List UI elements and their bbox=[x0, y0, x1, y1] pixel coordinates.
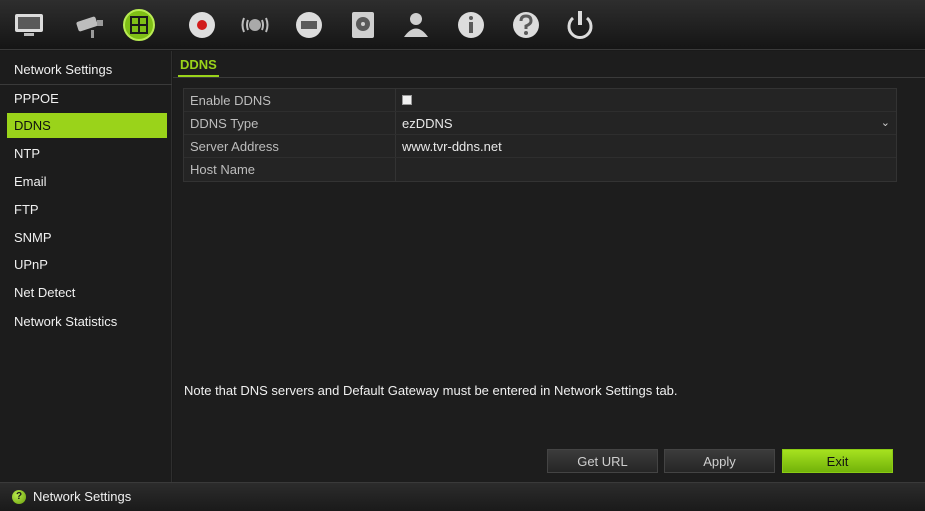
tab-ddns[interactable]: DDNS bbox=[178, 57, 219, 77]
enable-ddns-label: Enable DDNS bbox=[184, 89, 396, 111]
device-icon[interactable] bbox=[292, 8, 326, 42]
sidebar-item-network-settings[interactable]: Network Settings bbox=[7, 57, 167, 82]
hdd-icon[interactable] bbox=[346, 8, 380, 42]
alarm-icon[interactable] bbox=[238, 8, 272, 42]
sidebar-divider bbox=[0, 84, 172, 85]
sidebar-item-network-statistics[interactable]: Network Statistics bbox=[7, 309, 167, 334]
enable-ddns-cell bbox=[396, 89, 896, 111]
record-icon[interactable] bbox=[185, 8, 219, 42]
sidebar-item-ntp[interactable]: NTP bbox=[7, 141, 167, 166]
chevron-down-icon: ⌄ bbox=[880, 117, 890, 129]
server-address-field[interactable]: www.tvr-ddns.net bbox=[396, 135, 896, 157]
get-url-button[interactable]: Get URL bbox=[547, 449, 658, 473]
info-icon[interactable] bbox=[454, 8, 488, 42]
sidebar-item-net-detect[interactable]: Net Detect bbox=[7, 280, 167, 305]
main-toolbar bbox=[0, 0, 925, 50]
network-icon[interactable] bbox=[122, 8, 156, 42]
ddns-type-value: ezDDNS bbox=[402, 116, 453, 131]
network-settings-note: Note that DNS servers and Default Gatewa… bbox=[184, 383, 678, 398]
sidebar-item-ftp[interactable]: FTP bbox=[7, 197, 167, 222]
sidebar-item-pppoe[interactable]: PPPOE bbox=[7, 86, 167, 111]
form-row-host-name: Host Name bbox=[184, 158, 896, 181]
exit-button[interactable]: Exit bbox=[782, 449, 893, 473]
power-icon[interactable] bbox=[563, 8, 597, 42]
ddns-panel: DDNS Enable DDNS DDNS Type ezDDNS ⌄ Serv… bbox=[173, 51, 925, 482]
form-row-enable-ddns: Enable DDNS bbox=[184, 89, 896, 112]
sidebar-item-upnp[interactable]: UPnP bbox=[7, 252, 167, 277]
status-bar: ? Network Settings bbox=[0, 482, 925, 511]
sidebar-item-snmp[interactable]: SNMP bbox=[7, 225, 167, 250]
enable-ddns-checkbox[interactable] bbox=[402, 95, 412, 105]
camera-icon[interactable] bbox=[73, 8, 107, 42]
sidebar-item-email[interactable]: Email bbox=[7, 169, 167, 194]
help-icon[interactable] bbox=[509, 8, 543, 42]
user-icon[interactable] bbox=[399, 8, 433, 42]
help-status-icon: ? bbox=[12, 490, 26, 504]
ddns-form: Enable DDNS DDNS Type ezDDNS ⌄ Server Ad… bbox=[183, 88, 897, 182]
ddns-type-select[interactable]: ezDDNS ⌄ bbox=[396, 112, 896, 134]
tab-divider bbox=[173, 77, 925, 78]
status-text: Network Settings bbox=[33, 489, 132, 504]
server-address-label: Server Address bbox=[184, 135, 396, 157]
settings-sidebar: Network Settings PPPOE DDNS NTP Email FT… bbox=[0, 51, 172, 482]
apply-button[interactable]: Apply bbox=[664, 449, 775, 473]
host-name-field[interactable] bbox=[396, 158, 896, 181]
form-row-server-address: Server Address www.tvr-ddns.net bbox=[184, 135, 896, 158]
sidebar-item-ddns[interactable]: DDNS bbox=[7, 113, 167, 138]
form-row-ddns-type: DDNS Type ezDDNS ⌄ bbox=[184, 112, 896, 135]
ddns-type-label: DDNS Type bbox=[184, 112, 396, 134]
host-name-label: Host Name bbox=[184, 158, 396, 181]
live-view-icon[interactable] bbox=[12, 8, 46, 42]
